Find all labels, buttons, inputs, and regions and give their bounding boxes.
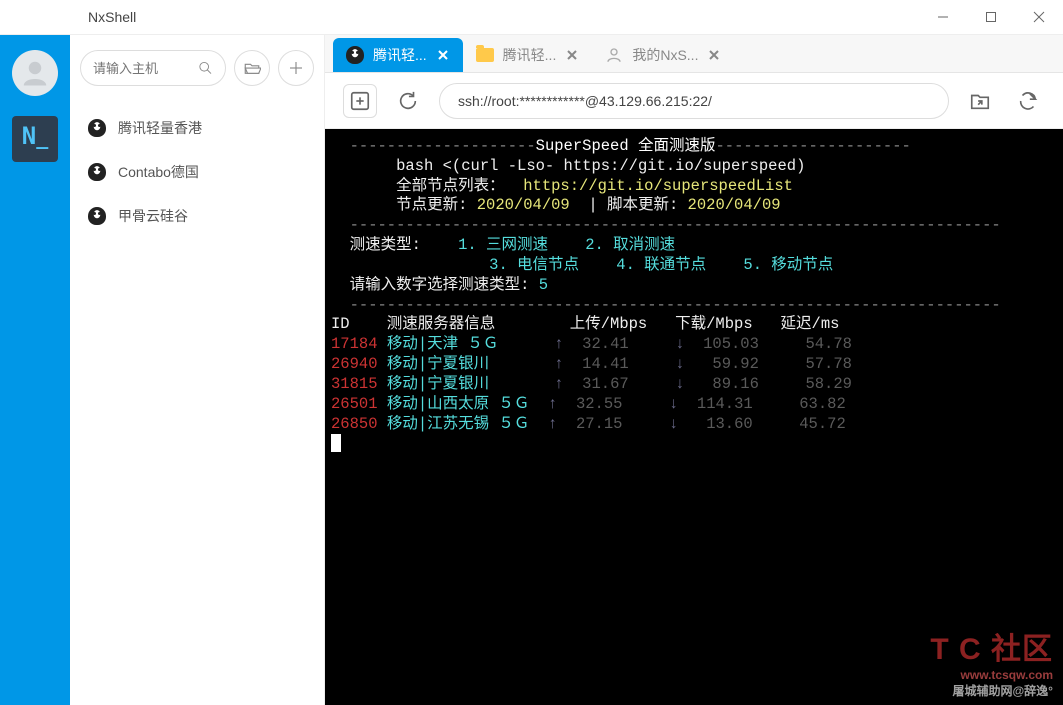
tab-bar: 腾讯轻... 腾讯轻... 我的NxS... bbox=[325, 35, 1063, 73]
url-bar: ssh://root:************@43.129.66.215:22… bbox=[325, 73, 1063, 129]
user-icon bbox=[604, 45, 624, 65]
add-host-button[interactable] bbox=[278, 50, 314, 86]
host-label: 腾讯轻量香港 bbox=[118, 118, 202, 138]
reload-button[interactable] bbox=[391, 84, 425, 118]
folder-icon bbox=[475, 45, 495, 65]
linux-icon bbox=[88, 163, 106, 181]
folder-open-icon bbox=[243, 59, 261, 77]
host-item[interactable]: Contabo德国 bbox=[70, 150, 324, 194]
forward-button[interactable] bbox=[1011, 84, 1045, 118]
file-manager-button[interactable] bbox=[963, 84, 997, 118]
host-label: Contabo德国 bbox=[118, 162, 199, 182]
url-text: ssh://root:************@43.129.66.215:22… bbox=[458, 93, 712, 109]
sidebar: 腾讯轻量香港 Contabo德国 甲骨云硅谷 bbox=[70, 35, 325, 705]
host-item[interactable]: 甲骨云硅谷 bbox=[70, 194, 324, 238]
linux-icon bbox=[88, 207, 106, 225]
tab-close-button[interactable] bbox=[706, 47, 722, 63]
url-input[interactable]: ssh://root:************@43.129.66.215:22… bbox=[439, 83, 949, 119]
search-icon bbox=[198, 59, 213, 77]
app-logo-icon[interactable]: N_ bbox=[12, 116, 58, 162]
titlebar: NxShell bbox=[0, 0, 1063, 35]
tab-label: 腾讯轻... bbox=[503, 45, 557, 65]
tab-label: 我的NxS... bbox=[632, 45, 698, 65]
host-search-input[interactable] bbox=[80, 50, 226, 86]
new-tab-button[interactable] bbox=[343, 84, 377, 118]
linux-icon bbox=[88, 119, 106, 137]
add-tab-icon bbox=[349, 90, 371, 112]
maximize-button[interactable] bbox=[967, 0, 1015, 35]
folder-arrow-icon bbox=[969, 90, 991, 112]
tab-label: 腾讯轻... bbox=[373, 45, 427, 65]
tab-terminal[interactable]: 腾讯轻... bbox=[333, 38, 463, 72]
host-search-field[interactable] bbox=[93, 61, 192, 76]
tab-profile[interactable]: 我的NxS... bbox=[592, 38, 734, 72]
host-item[interactable]: 腾讯轻量香港 bbox=[70, 106, 324, 150]
app-title: NxShell bbox=[70, 9, 919, 25]
forward-icon bbox=[1017, 90, 1039, 112]
activity-bar: N_ bbox=[0, 35, 70, 705]
tab-close-button[interactable] bbox=[564, 47, 580, 63]
plus-icon bbox=[287, 59, 305, 77]
host-label: 甲骨云硅谷 bbox=[118, 206, 188, 226]
linux-icon bbox=[345, 45, 365, 65]
open-folder-button[interactable] bbox=[234, 50, 270, 86]
reload-icon bbox=[397, 90, 419, 112]
terminal[interactable]: --------------------SuperSpeed 全面测速版----… bbox=[325, 129, 1063, 705]
close-button[interactable] bbox=[1015, 0, 1063, 35]
tab-close-button[interactable] bbox=[435, 47, 451, 63]
host-list: 腾讯轻量香港 Contabo德国 甲骨云硅谷 bbox=[70, 101, 324, 243]
minimize-button[interactable] bbox=[919, 0, 967, 35]
tab-files[interactable]: 腾讯轻... bbox=[463, 38, 593, 72]
avatar[interactable] bbox=[12, 50, 58, 96]
